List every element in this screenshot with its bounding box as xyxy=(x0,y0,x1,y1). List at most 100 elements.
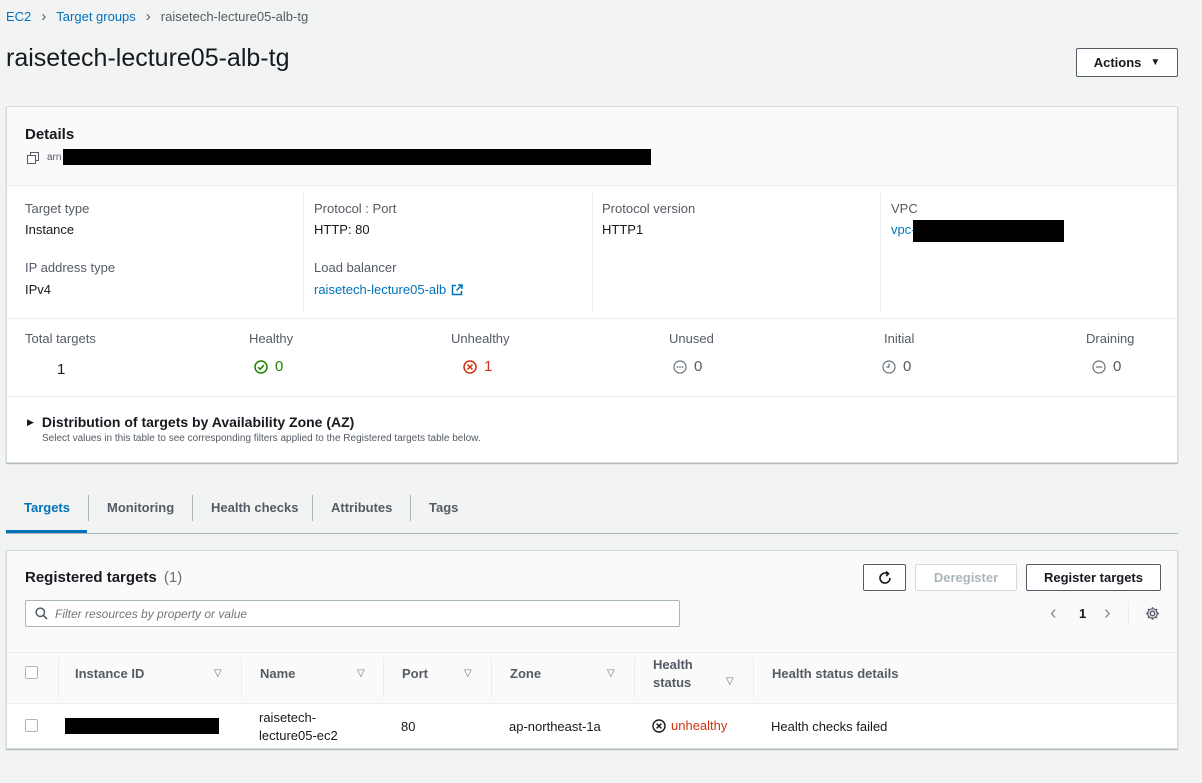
row-health-status-text: unhealthy xyxy=(671,718,728,733)
column-divider xyxy=(58,657,59,697)
search-icon xyxy=(35,607,48,620)
registered-targets-title: Registered targets xyxy=(25,569,157,586)
tabs-baseline xyxy=(6,533,1178,534)
unhealthy-value: 1 xyxy=(484,358,493,375)
total-targets-label: Total targets xyxy=(25,331,96,346)
breadcrumb-ec2[interactable]: EC2 xyxy=(6,9,31,24)
breadcrumb-current: raisetech-lecture05-alb-tg xyxy=(160,9,309,24)
distribution-subtitle: Select values in this table to see corre… xyxy=(42,433,481,444)
chevron-right-icon: › xyxy=(145,8,151,25)
load-balancer-value[interactable]: raisetech-lecture05-alb xyxy=(314,282,446,297)
target-type-value: Instance xyxy=(25,222,75,237)
column-instance-id[interactable]: Instance ID xyxy=(75,666,144,681)
divider xyxy=(592,191,593,311)
target-type-label: Target type xyxy=(25,201,90,216)
row-checkbox[interactable] xyxy=(25,719,38,732)
healthy-stat[interactable]: 0 xyxy=(254,358,283,375)
column-zone[interactable]: Zone xyxy=(510,666,541,681)
tab-attributes[interactable]: Attributes xyxy=(331,500,392,515)
register-targets-button[interactable]: Register targets xyxy=(1026,564,1161,591)
draining-stat[interactable]: 0 xyxy=(1092,358,1121,375)
column-divider xyxy=(383,657,384,697)
tab-monitoring[interactable]: Monitoring xyxy=(107,500,174,515)
column-divider xyxy=(753,657,754,697)
external-link-icon xyxy=(451,283,463,296)
column-port[interactable]: Port xyxy=(402,666,428,681)
table-header-row xyxy=(7,653,1177,703)
column-divider xyxy=(241,657,242,697)
initial-label: Initial xyxy=(884,331,915,346)
details-heading: Details xyxy=(25,126,75,143)
unused-value: 0 xyxy=(694,358,703,375)
deregister-button[interactable]: Deregister xyxy=(915,564,1017,591)
refresh-icon xyxy=(877,570,893,586)
row-port: 80 xyxy=(401,719,416,734)
divider xyxy=(880,191,881,311)
protocol-version-label: Protocol version xyxy=(602,201,696,216)
check-circle-icon xyxy=(254,359,268,374)
copy-icon[interactable] xyxy=(27,152,39,164)
column-health-status[interactable]: Health status xyxy=(653,656,713,692)
healthy-value: 0 xyxy=(275,358,284,375)
registered-targets-count: (1) xyxy=(163,569,183,586)
tab-divider xyxy=(312,495,313,521)
refresh-button[interactable] xyxy=(863,564,906,591)
sort-caret-icon[interactable]: ▽ xyxy=(607,668,615,679)
initial-stat[interactable]: 0 xyxy=(882,358,911,375)
unhealthy-stat[interactable]: 1 xyxy=(463,358,492,375)
error-circle-icon xyxy=(652,718,666,733)
draining-label: Draining xyxy=(1086,331,1135,346)
chevron-right-icon: › xyxy=(41,8,47,25)
tab-divider xyxy=(192,495,193,521)
next-page-icon[interactable]: › xyxy=(1104,603,1111,623)
row-name-line1: raisetech- xyxy=(259,710,317,725)
caret-down-icon: ▼ xyxy=(1150,57,1161,68)
divider xyxy=(303,191,304,311)
protocol-port-value: HTTP: 80 xyxy=(314,222,370,237)
tab-targets[interactable]: Targets xyxy=(24,500,70,515)
actions-button[interactable]: Actions ▼ xyxy=(1076,48,1178,77)
healthy-label: Healthy xyxy=(249,331,294,346)
search-input[interactable] xyxy=(55,606,655,621)
prev-page-icon[interactable]: ‹ xyxy=(1050,603,1057,623)
tab-health-checks[interactable]: Health checks xyxy=(211,500,298,515)
redacted-instance-id xyxy=(65,718,219,734)
unhealthy-label: Unhealthy xyxy=(451,331,510,346)
tab-tags[interactable]: Tags xyxy=(429,500,458,515)
sort-caret-icon[interactable]: ▽ xyxy=(214,668,222,679)
page-title: raisetech-lecture05-alb-tg xyxy=(6,44,290,72)
distribution-toggle[interactable]: ▶ Distribution of targets by Availabilit… xyxy=(27,414,354,430)
divider xyxy=(1128,601,1129,625)
table-row[interactable]: raisetech- lecture05-ec2 80 ap-northeast… xyxy=(7,704,1177,748)
sort-caret-icon[interactable]: ▽ xyxy=(464,668,472,679)
divider xyxy=(7,185,1177,186)
redacted-vpc-id xyxy=(913,220,1064,242)
select-all-checkbox[interactable] xyxy=(25,666,38,679)
divider xyxy=(7,396,1177,397)
load-balancer-link[interactable]: raisetech-lecture05-alb xyxy=(314,282,463,297)
sort-caret-icon[interactable]: ▽ xyxy=(357,668,365,679)
breadcrumb: EC2 › Target groups › raisetech-lecture0… xyxy=(6,8,308,25)
row-name: raisetech- lecture05-ec2 xyxy=(259,709,338,745)
unused-stat[interactable]: 0 xyxy=(673,358,702,375)
column-name[interactable]: Name xyxy=(260,666,295,681)
row-health-status: unhealthy xyxy=(652,718,727,733)
details-header xyxy=(7,107,1177,185)
row-name-line2: lecture05-ec2 xyxy=(259,728,338,743)
vpc-label: VPC xyxy=(891,201,918,216)
breadcrumb-target-groups[interactable]: Target groups xyxy=(56,9,136,24)
unused-label: Unused xyxy=(669,331,714,346)
sort-caret-icon[interactable]: ▽ xyxy=(726,676,734,687)
actions-label: Actions xyxy=(1093,55,1142,70)
tab-divider xyxy=(410,495,411,521)
page-number[interactable]: 1 xyxy=(1079,606,1086,621)
vpc-link[interactable]: vpc- xyxy=(891,222,916,237)
search-box[interactable] xyxy=(25,600,680,627)
minus-circle-icon xyxy=(1092,359,1106,374)
tab-divider xyxy=(88,495,89,521)
settings-gear-icon[interactable] xyxy=(1145,606,1160,621)
dots-circle-icon xyxy=(673,359,687,374)
initial-value: 0 xyxy=(903,358,912,375)
draining-value: 0 xyxy=(1113,358,1122,375)
column-health-status-details[interactable]: Health status details xyxy=(772,666,898,681)
